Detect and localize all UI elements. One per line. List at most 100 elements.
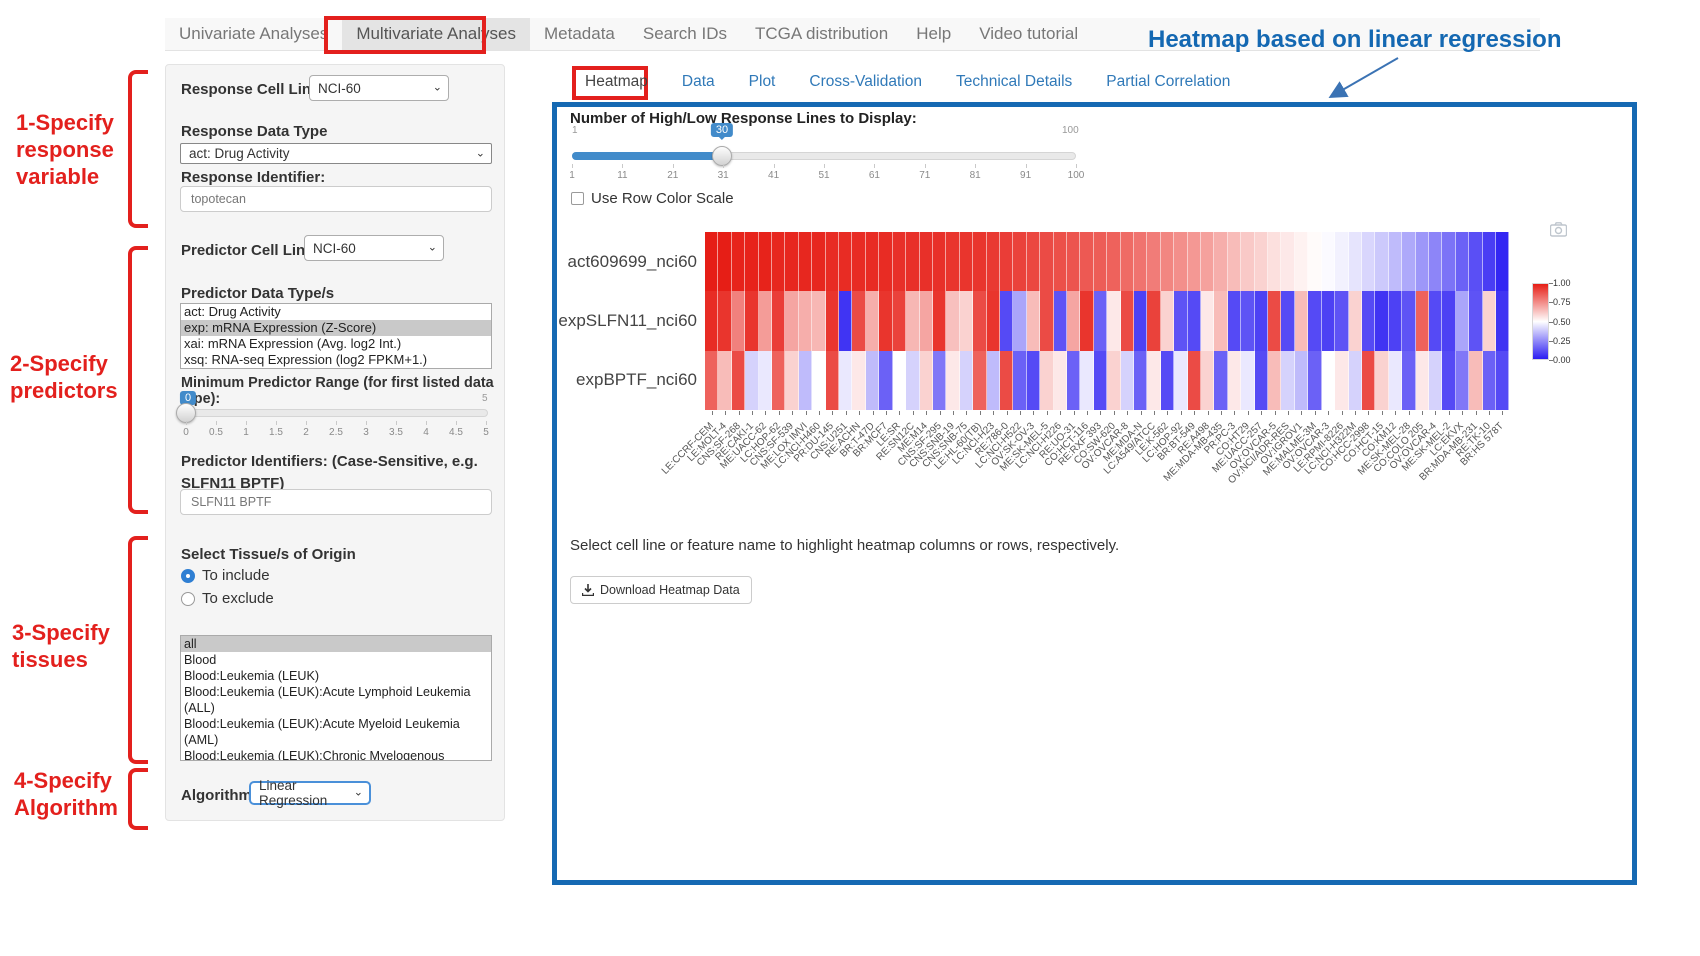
heatmap-cell[interactable] bbox=[1188, 351, 1201, 410]
heatmap-cell[interactable] bbox=[960, 291, 973, 350]
tissue-option[interactable]: Blood:Leukemia (LEUK):Acute Lymphoid Leu… bbox=[181, 684, 491, 716]
heatmap-cell[interactable] bbox=[1000, 291, 1013, 350]
heatmap-cell[interactable] bbox=[1483, 351, 1496, 410]
heatmap-cell[interactable] bbox=[1402, 291, 1415, 350]
heatmap-cell[interactable] bbox=[1295, 351, 1308, 410]
heatmap-cell[interactable] bbox=[1308, 351, 1321, 410]
nav-item-metadata[interactable]: Metadata bbox=[530, 18, 629, 50]
heatmap-cell[interactable] bbox=[732, 351, 745, 410]
heatmap-cell[interactable] bbox=[1054, 291, 1067, 350]
heatmap-row-label[interactable]: expSLFN11_nci60 bbox=[527, 311, 697, 331]
heatmap-cell[interactable] bbox=[1054, 232, 1067, 291]
heatmap-cell[interactable] bbox=[1067, 351, 1080, 410]
heatmap-cell[interactable] bbox=[1362, 351, 1375, 410]
heatmap-cell[interactable] bbox=[933, 291, 946, 350]
heatmap-cell[interactable] bbox=[1308, 291, 1321, 350]
heatmap-cell[interactable] bbox=[1214, 232, 1227, 291]
heatmap-cell[interactable] bbox=[732, 291, 745, 350]
nav-item-video-tutorial[interactable]: Video tutorial bbox=[965, 18, 1092, 50]
heatmap-cell[interactable] bbox=[1349, 291, 1362, 350]
heatmap-cell[interactable] bbox=[732, 232, 745, 291]
heatmap-cell[interactable] bbox=[1322, 232, 1335, 291]
algorithm-select[interactable]: Linear Regression ⌄ bbox=[249, 781, 371, 805]
heatmap-cell[interactable] bbox=[1255, 291, 1268, 350]
response-cell-line-set-select[interactable]: NCI-60 ⌄ bbox=[309, 75, 449, 101]
tissue-option[interactable]: Blood:Leukemia (LEUK):Acute Myeloid Leuk… bbox=[181, 716, 491, 748]
heatmap-cell[interactable] bbox=[1201, 232, 1214, 291]
heatmap-cell[interactable] bbox=[1121, 291, 1134, 350]
heatmap-cell[interactable] bbox=[1174, 232, 1187, 291]
heatmap-cell[interactable] bbox=[1335, 232, 1348, 291]
tab-cross-validation[interactable]: Cross-Validation bbox=[807, 70, 924, 94]
heatmap-cell[interactable] bbox=[1469, 351, 1482, 410]
heatmap-cell[interactable] bbox=[1161, 291, 1174, 350]
heatmap-row-label[interactable]: expBPTF_nci60 bbox=[527, 370, 697, 390]
heatmap-cell[interactable] bbox=[1322, 291, 1335, 350]
heatmap-cell[interactable] bbox=[1389, 291, 1402, 350]
heatmap-cell[interactable] bbox=[1228, 351, 1241, 410]
tab-technical-details[interactable]: Technical Details bbox=[954, 70, 1074, 94]
heatmap-cell[interactable] bbox=[1040, 232, 1053, 291]
heatmap-cell[interactable] bbox=[852, 232, 865, 291]
heatmap-cell[interactable] bbox=[799, 291, 812, 350]
heatmap-cell[interactable] bbox=[1161, 232, 1174, 291]
heatmap-cell[interactable] bbox=[1174, 351, 1187, 410]
heatmap-cell[interactable] bbox=[1416, 291, 1429, 350]
heatmap-cell[interactable] bbox=[1281, 291, 1294, 350]
heatmap-cell[interactable] bbox=[1483, 291, 1496, 350]
heatmap-cell[interactable] bbox=[1241, 291, 1254, 350]
heatmap-cell[interactable] bbox=[1107, 351, 1120, 410]
heatmap-cell[interactable] bbox=[1040, 351, 1053, 410]
heatmap-cell[interactable] bbox=[759, 351, 772, 410]
heatmap-cell[interactable] bbox=[1134, 291, 1147, 350]
heatmap-cell[interactable] bbox=[799, 351, 812, 410]
heatmap-cell[interactable] bbox=[987, 232, 1000, 291]
heatmap-cell[interactable] bbox=[1255, 232, 1268, 291]
predictor-data-types-listbox[interactable]: act: Drug Activityexp: mRNA Expression (… bbox=[180, 303, 492, 369]
heatmap-cell[interactable] bbox=[1188, 291, 1201, 350]
min-range-track[interactable] bbox=[184, 409, 488, 417]
heatmap-cell[interactable] bbox=[852, 291, 865, 350]
nav-item-search-ids[interactable]: Search IDs bbox=[629, 18, 741, 50]
heatmap-cell[interactable] bbox=[1268, 232, 1281, 291]
download-heatmap-button[interactable]: Download Heatmap Data bbox=[570, 576, 752, 604]
heatmap-row-label[interactable]: act609699_nci60 bbox=[527, 252, 697, 272]
heatmap-cell[interactable] bbox=[1094, 351, 1107, 410]
heatmap-cell[interactable] bbox=[1416, 232, 1429, 291]
tab-data[interactable]: Data bbox=[680, 70, 717, 94]
heatmap-cell[interactable] bbox=[1295, 291, 1308, 350]
tissue-listbox[interactable]: allBloodBlood:Leukemia (LEUK)Blood:Leuke… bbox=[180, 635, 492, 761]
heatmap-cell[interactable] bbox=[1375, 291, 1388, 350]
heatmap-cell[interactable] bbox=[705, 351, 718, 410]
heatmap-cell[interactable] bbox=[1228, 232, 1241, 291]
heatmap-cell[interactable] bbox=[1054, 351, 1067, 410]
nav-item-univariate-analyses[interactable]: Univariate Analyses bbox=[165, 18, 342, 50]
response-identifier-input[interactable]: topotecan bbox=[180, 186, 492, 212]
heatmap-cell[interactable] bbox=[866, 291, 879, 350]
heatmap-cell[interactable] bbox=[1067, 291, 1080, 350]
predictor-data-type-option[interactable]: xai: mRNA Expression (Avg. log2 Int.) bbox=[181, 336, 491, 352]
heatmap-cell[interactable] bbox=[1107, 291, 1120, 350]
heatmap-cell[interactable] bbox=[826, 351, 839, 410]
heatmap-cell[interactable] bbox=[826, 291, 839, 350]
heatmap-cell[interactable] bbox=[1456, 291, 1469, 350]
predictor-data-type-option[interactable]: act: Drug Activity bbox=[181, 304, 491, 320]
heatmap-cell[interactable] bbox=[1228, 291, 1241, 350]
heatmap-cell[interactable] bbox=[1496, 291, 1509, 350]
tab-partial-correlation[interactable]: Partial Correlation bbox=[1104, 70, 1232, 94]
tissue-exclude-radio[interactable]: To exclude bbox=[181, 590, 274, 607]
heatmap-cell[interactable] bbox=[1402, 232, 1415, 291]
heatmap-cell[interactable] bbox=[1241, 232, 1254, 291]
heatmap-cell[interactable] bbox=[1456, 351, 1469, 410]
heatmap-cell[interactable] bbox=[1188, 232, 1201, 291]
heatmap-cell[interactable] bbox=[1094, 232, 1107, 291]
tab-heatmap[interactable]: Heatmap bbox=[583, 70, 650, 94]
heatmap-cell[interactable] bbox=[745, 232, 758, 291]
heatmap-cell[interactable] bbox=[946, 351, 959, 410]
predictor-cell-line-set-select[interactable]: NCI-60 ⌄ bbox=[304, 235, 444, 261]
heatmap-cell[interactable] bbox=[933, 351, 946, 410]
heatmap-cell[interactable] bbox=[1201, 291, 1214, 350]
heatmap-cell[interactable] bbox=[1067, 232, 1080, 291]
heatmap-cell[interactable] bbox=[973, 291, 986, 350]
camera-icon[interactable] bbox=[1550, 222, 1567, 237]
